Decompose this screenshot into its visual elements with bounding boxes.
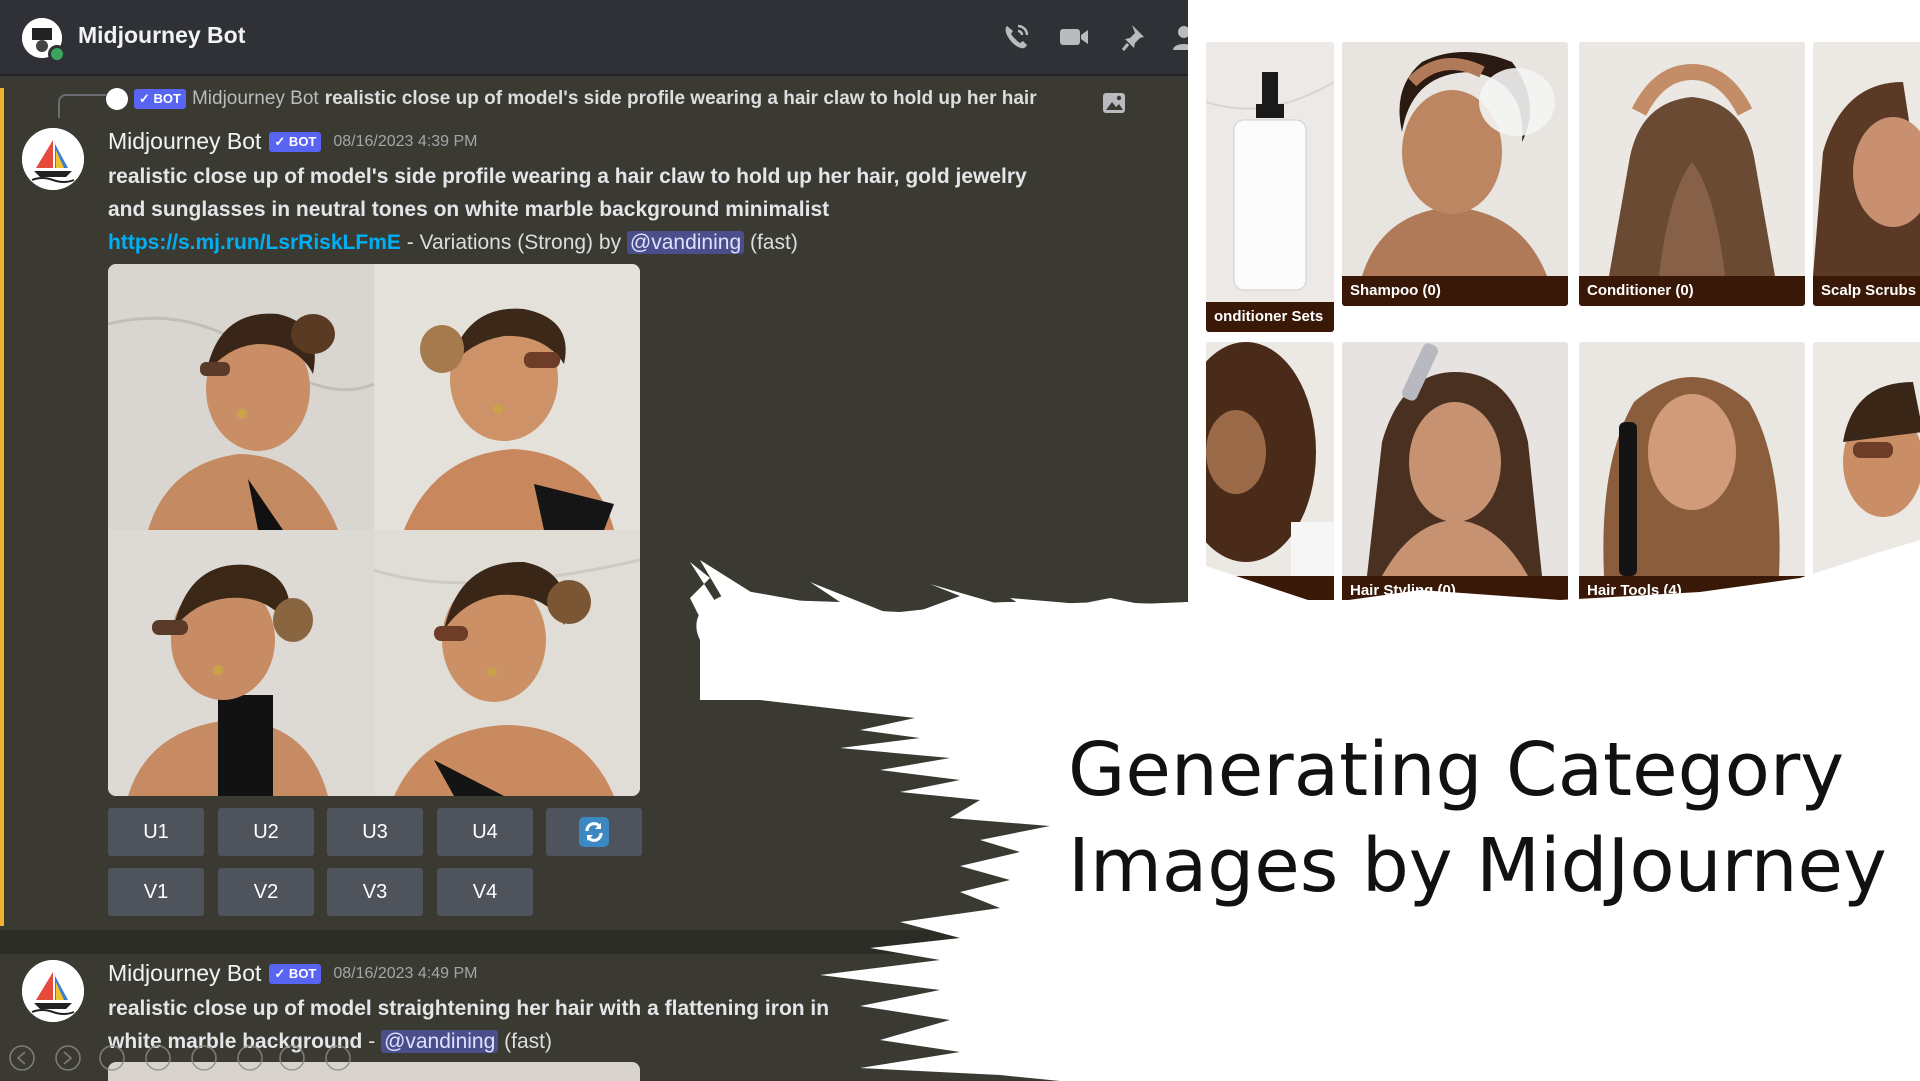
variation-button-2[interactable]: V2 [218, 868, 314, 916]
user-mention[interactable]: @vandining [626, 231, 745, 254]
prompt-link[interactable]: https://s.mj.run/LsrRiskLFmE [108, 231, 401, 254]
message-avatar[interactable] [22, 128, 84, 190]
message-timestamp: 08/16/2023 4:39 PM [333, 132, 478, 150]
category-label [1813, 576, 1920, 600]
overlay-title: Generating Category Images by MidJourney [1068, 722, 1908, 914]
bottle-image [1206, 42, 1334, 302]
phone-call-icon[interactable] [1000, 22, 1032, 52]
prompt-line: realistic close up of model straightenin… [108, 997, 830, 1020]
message-header: Midjourney Bot ✓ BOT 08/16/2023 4:39 PM [108, 128, 477, 155]
sailboat-avatar-icon [22, 128, 84, 190]
image-grid[interactable] [108, 264, 640, 796]
category-label: Hair Tools (4) [1579, 576, 1805, 600]
category-label: Hair Styling (0) [1342, 576, 1568, 600]
category-label: nts (4) [1206, 576, 1334, 600]
category-card-hair-styling[interactable]: Hair Styling (0) [1342, 342, 1568, 600]
message-header: Midjourney Bot ✓ BOT 08/16/2023 4:49 PM [108, 960, 477, 987]
accessories-image [1813, 342, 1920, 576]
upscale-button-3[interactable]: U3 [327, 808, 423, 856]
pin-icon[interactable] [1120, 22, 1152, 52]
variation-button-4[interactable]: V4 [437, 868, 533, 916]
category-card-hair-tools[interactable]: Hair Tools (4) [1579, 342, 1805, 600]
curly-hair-image [1206, 342, 1334, 576]
category-label: Conditioner (0) [1579, 276, 1805, 306]
overlay-title-line: Images by MidJourney [1068, 823, 1887, 909]
grid-image[interactable] [108, 264, 374, 530]
prompt-line: realistic close up of model's side profi… [108, 165, 1027, 188]
message-username[interactable]: Midjourney Bot [108, 128, 261, 154]
discord-panel: Midjourney Bot ✓ BOT Midjourney Bot realis… [0, 0, 1188, 1081]
upscale-button-4[interactable]: U4 [437, 808, 533, 856]
speed-meta: (fast) [744, 231, 798, 254]
user-mention[interactable]: @vandining [381, 1030, 499, 1053]
variation-button-1[interactable]: V1 [108, 868, 204, 916]
category-label: Scalp Scrubs ( [1813, 276, 1920, 306]
overlay-title-line: Generating Category [1068, 727, 1845, 813]
reply-avatar [106, 88, 128, 110]
category-card-conditioner-sets[interactable]: onditioner Sets [1206, 42, 1334, 332]
message-timestamp: 08/16/2023 4:49 PM [333, 964, 478, 982]
upscale-button-2[interactable]: U2 [218, 808, 314, 856]
image-icon [1103, 93, 1125, 113]
scalp-scrub-image [1813, 42, 1920, 276]
hair-styling-image [1342, 342, 1568, 576]
message-username[interactable]: Midjourney Bot [108, 960, 261, 986]
conditioner-image [1579, 42, 1805, 276]
upscale-button-1[interactable]: U1 [108, 808, 204, 856]
bot-badge: ✓ BOT [134, 89, 186, 109]
grid-image[interactable] [374, 264, 640, 530]
speed-meta: (fast) [498, 1030, 552, 1053]
category-label: Shampoo (0) [1342, 276, 1568, 306]
player-toolbar [9, 1045, 351, 1071]
message-separator [0, 930, 1188, 954]
grid-image[interactable] [108, 530, 374, 796]
refresh-icon [579, 817, 609, 847]
bot-badge: ✓ BOT [269, 131, 322, 152]
grid-image[interactable] [374, 530, 640, 796]
variation-button-3[interactable]: V3 [327, 868, 423, 916]
category-card-scalp-scrubs[interactable]: Scalp Scrubs ( [1813, 42, 1920, 306]
reply-text: realistic close up of model's side profi… [324, 88, 1037, 110]
reply-reference[interactable]: ✓ BOT Midjourney Bot realistic close up of… [106, 88, 1126, 118]
member-icon[interactable] [1168, 22, 1188, 52]
variation-meta: - Variations (Strong) by [400, 231, 627, 254]
sailboat-avatar-icon [22, 960, 84, 1022]
bot-badge: ✓ BOT [269, 963, 322, 984]
channel-header: Midjourney Bot [0, 0, 1188, 76]
category-card-conditioner[interactable]: Conditioner (0) [1579, 42, 1805, 306]
message-avatar[interactable] [22, 960, 84, 1022]
hair-tools-image [1579, 342, 1805, 576]
category-label: onditioner Sets [1206, 302, 1334, 332]
reroll-button[interactable] [546, 808, 642, 856]
shampoo-image [1342, 42, 1568, 276]
reply-username: Midjourney Bot [191, 88, 319, 110]
category-card-accessories[interactable] [1813, 342, 1920, 600]
prompt-line: and sunglasses in neutral tones on white… [108, 198, 830, 221]
highlight-accent-bar [0, 88, 4, 926]
category-card-treatments[interactable]: nts (4) [1206, 342, 1334, 600]
shop-category-page: onditioner Sets Shampoo (0) Conditioner … [1188, 0, 1920, 600]
category-card-shampoo[interactable]: Shampoo (0) [1342, 42, 1568, 306]
online-status-icon [48, 45, 66, 63]
reply-connector [58, 94, 106, 118]
message-content: realistic close up of model's side profi… [108, 160, 1168, 259]
channel-title: Midjourney Bot [78, 22, 246, 48]
video-icon[interactable] [1058, 22, 1090, 52]
